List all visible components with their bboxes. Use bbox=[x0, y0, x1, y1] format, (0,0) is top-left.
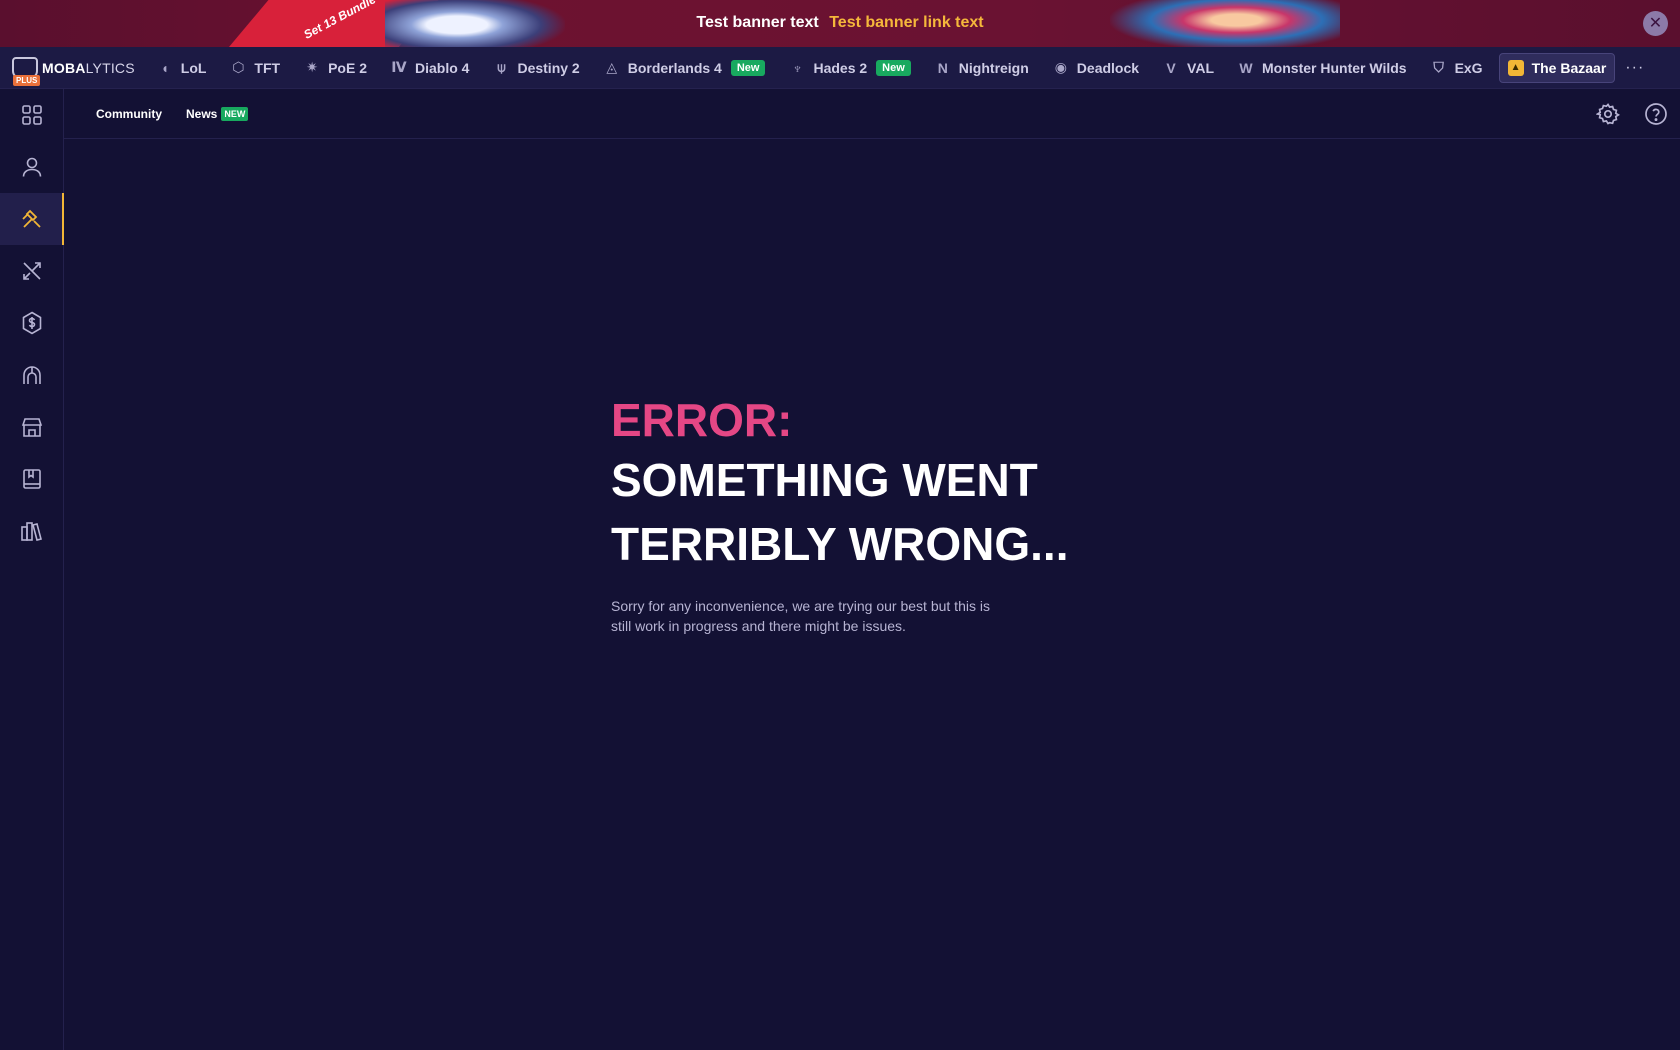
promo-banner: Set 13 Bundle Test banner text Test bann… bbox=[0, 0, 1680, 47]
valorant-icon: V bbox=[1166, 59, 1176, 76]
news-label: News bbox=[186, 106, 218, 121]
dashboard-icon bbox=[22, 105, 42, 125]
mhw-icon: W bbox=[1239, 59, 1253, 76]
game-navigation: PLUS MOBALYTICS ◖ LoL ⬡ TFT ✷ PoE 2 Ⅳ Diablo 4 ⍦… bbox=[0, 47, 1680, 89]
game-tab-deadlock[interactable]: ◉ Deadlock bbox=[1041, 53, 1151, 83]
game-tab-lol[interactable]: ◖ LoL bbox=[145, 53, 219, 83]
close-banner-button[interactable]: ✕ bbox=[1643, 11, 1668, 36]
sidebar-item-heroes[interactable] bbox=[0, 349, 64, 401]
sub-navigation: Community News NEW bbox=[64, 89, 1680, 139]
exg-icon: ⛉ bbox=[1433, 59, 1444, 75]
profile-icon bbox=[22, 157, 42, 177]
game-tab-destiny2[interactable]: ⍦ Destiny 2 bbox=[481, 53, 591, 83]
bazaar-icon: ▲ bbox=[1507, 59, 1524, 76]
game-tab-diablo4[interactable]: Ⅳ Diablo 4 bbox=[379, 53, 481, 83]
settings-gear-icon[interactable] bbox=[1596, 102, 1620, 126]
help-icon[interactable] bbox=[1644, 102, 1668, 126]
game-tab-bazaar[interactable]: ▲ The Bazaar bbox=[1498, 52, 1616, 83]
game-tab-label: TFT bbox=[254, 59, 281, 76]
builds-icon bbox=[22, 209, 41, 228]
items-icon bbox=[23, 262, 41, 280]
borderlands4-icon: ◬ bbox=[606, 59, 618, 75]
game-tab-label: The Bazaar bbox=[1531, 59, 1607, 76]
game-tab-label: PoE 2 bbox=[328, 59, 367, 76]
game-tab-mhw[interactable]: W Monster Hunter Wilds bbox=[1226, 53, 1419, 83]
new-badge: New bbox=[876, 59, 911, 76]
more-games-button[interactable]: ··· bbox=[1625, 59, 1644, 77]
library-icon bbox=[21, 522, 42, 541]
sidebar-item-items[interactable] bbox=[0, 245, 64, 297]
sidebar-item-economy[interactable] bbox=[0, 297, 64, 349]
plus-badge: PLUS bbox=[13, 74, 41, 86]
nightreign-icon: N bbox=[937, 59, 948, 76]
hades2-icon: ♆ bbox=[792, 59, 803, 76]
sidebar-item-guides[interactable] bbox=[0, 453, 64, 505]
game-tab-valorant[interactable]: V VAL bbox=[1151, 53, 1226, 83]
community-link[interactable]: Community bbox=[96, 107, 162, 121]
game-tab-label: Monster Hunter Wilds bbox=[1262, 59, 1407, 76]
game-tab-tft[interactable]: ⬡ TFT bbox=[218, 53, 292, 83]
game-tab-label: Destiny 2 bbox=[517, 59, 580, 76]
sidebar-item-library[interactable] bbox=[0, 505, 64, 557]
heroes-icon bbox=[23, 366, 41, 384]
diablo4-icon: Ⅳ bbox=[391, 59, 407, 75]
lol-icon: ◖ bbox=[160, 59, 169, 76]
error-label: ERROR: bbox=[611, 394, 793, 446]
banner-text: Test banner text bbox=[696, 14, 819, 31]
error-title: SOMETHING WENT TERRIBLY WRONG... bbox=[611, 454, 1069, 570]
game-tab-label: Deadlock bbox=[1076, 59, 1140, 76]
mobalytics-logo[interactable]: PLUS MOBALYTICS bbox=[12, 56, 135, 86]
game-tab-label: ExG bbox=[1454, 59, 1483, 76]
game-tab-label: VAL bbox=[1187, 59, 1215, 76]
logo-text: MOBALYTICS bbox=[42, 59, 135, 76]
poe2-icon: ✷ bbox=[306, 59, 318, 75]
new-badge: New bbox=[730, 59, 766, 76]
destiny2-icon: ⍦ bbox=[497, 59, 506, 75]
game-tab-poe2[interactable]: ✷ PoE 2 bbox=[292, 53, 379, 83]
sidebar-item-dashboard[interactable] bbox=[0, 89, 64, 141]
game-tab-label: Nightreign bbox=[958, 59, 1029, 76]
game-tab-exg[interactable]: ⛉ ExG bbox=[1419, 53, 1495, 83]
game-tab-label: Diablo 4 bbox=[414, 59, 470, 76]
error-panel: ERROR: SOMETHING WENT TERRIBLY WRONG... … bbox=[611, 390, 1211, 636]
deadlock-icon: ◉ bbox=[1054, 59, 1067, 75]
game-tab-label: Hades 2 bbox=[813, 59, 868, 76]
sidebar-item-builds[interactable] bbox=[0, 193, 64, 245]
banner-message: Test banner text Test banner link text bbox=[0, 14, 1680, 32]
game-tab-nightreign[interactable]: N Nightreign bbox=[923, 53, 1041, 83]
news-link[interactable]: News NEW bbox=[186, 106, 249, 121]
banner-link[interactable]: Test banner link text bbox=[829, 14, 983, 31]
game-tab-borderlands4[interactable]: ◬ Borderlands 4 New bbox=[592, 53, 778, 83]
game-tab-label: Borderlands 4 bbox=[627, 59, 722, 76]
error-description: Sorry for any inconvenience, we are tryi… bbox=[611, 598, 990, 634]
game-tab-hades2[interactable]: ♆ Hades 2 New bbox=[777, 53, 922, 83]
shop-icon bbox=[21, 418, 43, 437]
game-tab-label: LoL bbox=[180, 59, 207, 76]
news-new-badge: NEW bbox=[221, 106, 249, 121]
sidebar-item-shop[interactable] bbox=[0, 401, 64, 453]
sidebar-item-profile[interactable] bbox=[0, 141, 64, 193]
sidebar bbox=[0, 89, 64, 1050]
tft-icon: ⬡ bbox=[232, 59, 245, 75]
guides-icon bbox=[23, 469, 41, 489]
economy-icon bbox=[22, 311, 42, 335]
